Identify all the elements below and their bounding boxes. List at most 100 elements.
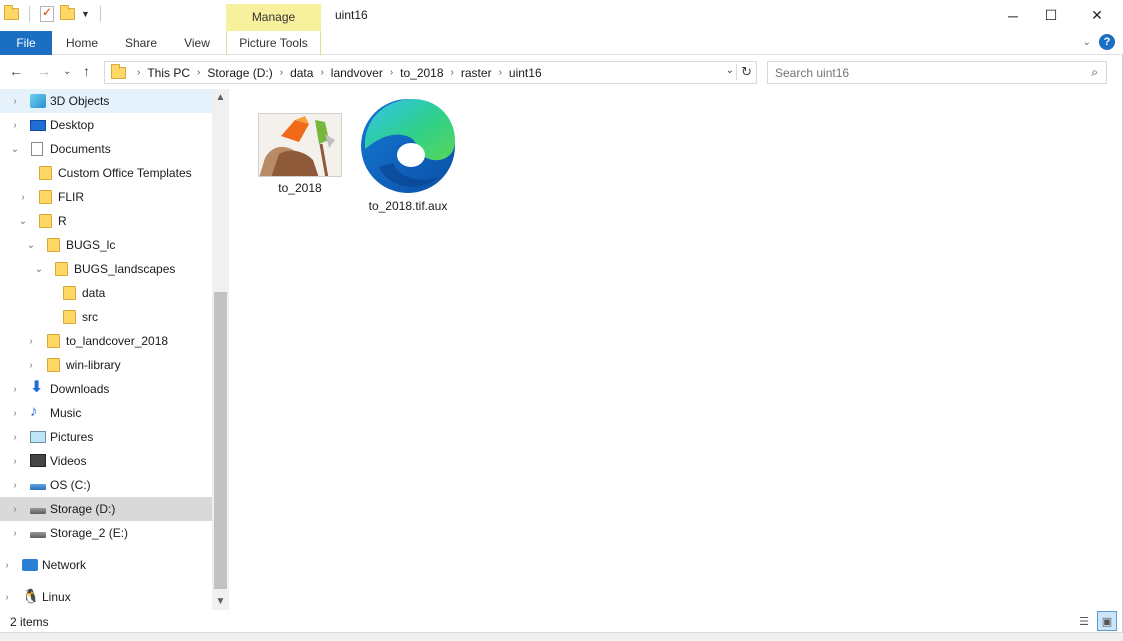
file-name: to_2018.tif.aux — [368, 199, 448, 213]
collapse-chevron-icon[interactable]: ⌄ — [26, 240, 36, 251]
tab-share[interactable]: Share — [116, 31, 166, 55]
folder-icon — [63, 286, 76, 300]
collapse-chevron-icon[interactable]: ⌄ — [10, 144, 20, 155]
drive-icon — [30, 532, 46, 538]
expand-chevron-icon[interactable]: › — [26, 336, 36, 347]
breadcrumb-item[interactable]: This PC — [147, 66, 190, 80]
help-icon[interactable]: ? — [1099, 34, 1115, 50]
folder-icon — [47, 358, 60, 372]
nav-item-label: data — [82, 286, 106, 300]
nav-item-label: Music — [50, 406, 82, 420]
expand-chevron-icon[interactable]: › — [10, 480, 20, 491]
breadcrumb-item[interactable]: data — [290, 66, 313, 80]
refresh-icon[interactable]: ↻ — [736, 64, 752, 80]
nav-item-storage-d[interactable]: › Storage (D:) — [0, 497, 212, 521]
expand-chevron-icon[interactable]: › — [18, 192, 28, 203]
expand-chevron-icon[interactable]: › — [2, 560, 12, 571]
download-icon: ⬇ — [30, 379, 44, 396]
breadcrumb-separator-icon[interactable]: › — [451, 67, 454, 78]
details-view-icon[interactable]: ☰ — [1074, 611, 1094, 631]
scroll-up-arrow-icon[interactable]: ▲ — [212, 89, 229, 106]
tab-home[interactable]: Home — [58, 31, 106, 55]
expand-chevron-icon[interactable]: › — [10, 384, 20, 395]
expand-chevron-icon[interactable]: › — [10, 504, 20, 515]
customize-toolbar-dropdown-icon[interactable]: ▼ — [81, 9, 90, 19]
search-box[interactable]: ⌕ — [767, 61, 1107, 84]
breadcrumb-item[interactable]: uint16 — [509, 66, 542, 80]
nav-item-music[interactable]: › ♪ Music — [0, 401, 212, 425]
expand-chevron-icon[interactable]: › — [10, 528, 20, 539]
search-input[interactable] — [768, 62, 1068, 83]
breadcrumb-item[interactable]: landvover — [331, 66, 383, 80]
scroll-thumb[interactable] — [214, 292, 227, 589]
expand-chevron-icon[interactable]: › — [26, 360, 36, 371]
breadcrumb-item[interactable]: raster — [461, 66, 492, 80]
breadcrumb-separator-icon[interactable]: › — [137, 67, 140, 78]
tab-file[interactable]: File — [0, 31, 52, 55]
address-bar[interactable]: › This PC › Storage (D:) › data › landvo… — [104, 61, 757, 84]
navigation-scrollbar[interactable]: ▲ ▼ — [212, 89, 229, 610]
bottom-edge — [0, 632, 1123, 641]
breadcrumb-separator-icon[interactable]: › — [499, 67, 502, 78]
collapse-chevron-icon[interactable]: ⌄ — [34, 264, 44, 275]
tab-view[interactable]: View — [176, 31, 218, 55]
forward-arrow-icon[interactable]: → — [37, 63, 51, 79]
folder-icon — [63, 310, 76, 324]
address-history-chevron-icon[interactable]: ⌄ — [726, 65, 734, 76]
expand-ribbon-icon[interactable]: ⌄ — [1083, 37, 1091, 48]
properties-icon[interactable] — [40, 5, 54, 22]
quick-access-toolbar: ▼ — [4, 5, 105, 22]
nav-item-desktop[interactable]: › Desktop — [0, 113, 212, 137]
folder-icon — [39, 166, 52, 180]
back-arrow-icon[interactable]: ← — [9, 63, 23, 79]
nav-item-data[interactable]: data — [0, 281, 212, 305]
nav-item-win-library[interactable]: › win-library — [0, 353, 212, 377]
tab-manage[interactable]: Manage — [226, 4, 321, 31]
up-arrow-icon[interactable]: ↑ — [83, 63, 90, 79]
breadcrumb-separator-icon[interactable]: › — [390, 67, 393, 78]
recent-locations-chevron-icon[interactable]: ⌄ — [63, 66, 71, 77]
close-button[interactable]: ✕ — [1074, 0, 1120, 31]
nav-item-os-c[interactable]: › OS (C:) — [0, 473, 212, 497]
nav-item-linux[interactable]: › 🐧 Linux — [0, 585, 212, 609]
file-item[interactable]: to_2018 — [250, 113, 350, 195]
large-icons-view-icon[interactable]: ▣ — [1097, 611, 1117, 631]
expand-chevron-icon[interactable]: › — [10, 432, 20, 443]
breadcrumb-separator-icon[interactable]: › — [320, 67, 323, 78]
expand-chevron-icon[interactable]: › — [10, 96, 20, 107]
maximize-button[interactable]: ☐ — [1028, 0, 1074, 31]
nav-item-3d-objects[interactable]: › 3D Objects — [0, 89, 212, 113]
nav-item-label: win-library — [66, 358, 121, 372]
collapse-chevron-icon[interactable]: ⌄ — [18, 216, 28, 227]
scroll-down-arrow-icon[interactable]: ▼ — [212, 593, 229, 610]
expand-chevron-icon[interactable]: › — [2, 592, 12, 603]
nav-item-custom-office-templates[interactable]: Custom Office Templates — [0, 161, 212, 185]
breadcrumb-separator-icon[interactable]: › — [197, 67, 200, 78]
expand-chevron-icon[interactable]: › — [10, 408, 20, 419]
nav-item-bugs-lc[interactable]: ⌄ BUGS_lc — [0, 233, 212, 257]
nav-item-label: Downloads — [50, 382, 110, 396]
search-icon[interactable]: ⌕ — [1091, 65, 1098, 80]
file-item[interactable]: to_2018.tif.aux — [358, 97, 458, 213]
nav-item-bugs-landscapes[interactable]: ⌄ BUGS_landscapes — [0, 257, 212, 281]
breadcrumb-item[interactable]: to_2018 — [400, 66, 443, 80]
new-folder-icon[interactable] — [60, 5, 75, 20]
expand-chevron-icon[interactable]: › — [10, 120, 20, 131]
breadcrumb-separator-icon[interactable]: › — [280, 67, 283, 78]
nav-item-r[interactable]: ⌄ R — [0, 209, 212, 233]
file-explorer-window: ▼ Manage uint16 ─ ☐ ✕ File Home Share Vi… — [0, 0, 1123, 641]
expand-chevron-icon[interactable]: › — [10, 456, 20, 467]
folder-icon — [4, 5, 19, 20]
nav-item-network[interactable]: › Network — [0, 553, 212, 577]
nav-item-src[interactable]: src — [0, 305, 212, 329]
nav-item-flir[interactable]: › FLIR — [0, 185, 212, 209]
nav-item-storage-2-e[interactable]: › Storage_2 (E:) — [0, 521, 212, 545]
nav-item-videos[interactable]: › Videos — [0, 449, 212, 473]
music-icon: ♪ — [30, 403, 38, 420]
nav-item-pictures[interactable]: › Pictures — [0, 425, 212, 449]
nav-item-documents[interactable]: ⌄ Documents — [0, 137, 212, 161]
tab-picture-tools[interactable]: Picture Tools — [226, 31, 321, 55]
nav-item-downloads[interactable]: › ⬇ Downloads — [0, 377, 212, 401]
breadcrumb-item[interactable]: Storage (D:) — [207, 66, 272, 80]
nav-item-to-landcover-2018[interactable]: › to_landcover_2018 — [0, 329, 212, 353]
